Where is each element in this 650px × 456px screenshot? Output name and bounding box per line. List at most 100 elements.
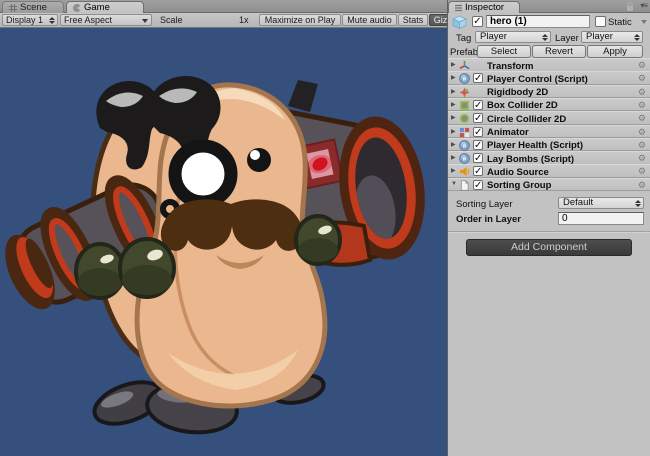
component-header-sorting-group[interactable]: ▼✓Sorting Group⚙ (448, 178, 650, 192)
right-eye (247, 148, 271, 172)
sorting-layer-row: Sorting Layer Default (448, 197, 650, 211)
component-enabled-checkbox[interactable]: ✓ (473, 127, 483, 137)
tag-dropdown[interactable]: Player (475, 31, 551, 43)
expand-triangle-icon[interactable]: ▶ (451, 167, 456, 174)
collapse-triangle-icon[interactable]: ▼ (451, 181, 457, 187)
gear-icon[interactable]: ⚙ (638, 153, 646, 164)
gear-icon[interactable]: ⚙ (638, 87, 646, 98)
mute-audio-button[interactable]: Mute audio (342, 14, 397, 26)
static-checkbox[interactable] (595, 16, 606, 27)
expand-triangle-icon[interactable]: ▶ (451, 114, 456, 121)
expand-triangle-icon[interactable]: ▶ (451, 154, 456, 161)
prefab-revert-button[interactable]: Revert (532, 45, 586, 58)
chevron-down-icon (142, 19, 148, 23)
static-label: Static (608, 17, 632, 28)
game-toolbar: Display 1 Free Aspect Scale 1x Maximize … (0, 13, 447, 28)
component-enabled-checkbox[interactable]: ✓ (473, 100, 483, 110)
tab-game-label: Game (84, 2, 110, 13)
double-arrow-icon (542, 34, 548, 42)
gear-icon[interactable]: ⚙ (638, 60, 646, 71)
component-enabled-checkbox[interactable]: ✓ (473, 153, 483, 163)
gear-icon[interactable]: ⚙ (638, 180, 646, 191)
component-header-player-health-script[interactable]: ▶#✓ Player Health (Script) ⚙ (448, 138, 650, 152)
scale-label: Scale (160, 15, 183, 25)
gear-icon[interactable]: ⚙ (638, 100, 646, 111)
stats-button[interactable]: Stats (398, 14, 428, 26)
unity-editor-window: Scene Game Display 1 Free Aspect Scale 1… (0, 0, 650, 456)
gameobject-name-field[interactable]: hero (1) (486, 15, 590, 28)
expand-triangle-icon[interactable]: ▶ (451, 128, 456, 135)
component-enabled-checkbox[interactable]: ✓ (473, 166, 483, 176)
svg-text:#: # (463, 76, 467, 83)
gear-icon[interactable]: ⚙ (638, 127, 646, 138)
maximize-on-play-button[interactable]: Maximize on Play (259, 14, 341, 26)
component-name: Player Control (Script) (487, 74, 588, 85)
component-enabled-checkbox[interactable]: ✓ (473, 113, 483, 123)
gear-icon[interactable]: ⚙ (638, 73, 646, 84)
audio-icon (459, 166, 470, 177)
component-header-lay-bombs-script[interactable]: ▶ # ✓ Lay Bombs (Script) ⚙ (448, 151, 650, 165)
prefab-row: Prefab Select Revert Apply (448, 45, 650, 59)
rear-glove (76, 244, 124, 298)
component-header-audio-source[interactable]: ▶✓Audio Source⚙ (448, 164, 650, 178)
scene-grid-icon (9, 4, 17, 12)
expand-triangle-icon[interactable]: ▶ (451, 88, 456, 95)
double-arrow-icon (49, 17, 55, 25)
pane-menu-icon[interactable]: ▾≡ (640, 1, 647, 10)
lock-icon[interactable] (626, 2, 634, 12)
component-header-player-control-script[interactable]: ▶ # ✓ Player Control (Script) ⚙ (448, 71, 650, 85)
component-name: Lay Bombs (Script) (487, 154, 574, 165)
order-in-layer-label: Order in Layer (456, 214, 521, 225)
tab-scene-label: Scene (20, 2, 47, 13)
gameobject-cube-icon (451, 15, 468, 29)
game-pacman-icon (73, 4, 81, 12)
sorting-layer-dropdown[interactable]: Default (558, 197, 644, 209)
expand-triangle-icon[interactable]: ▶ (451, 101, 456, 108)
component-header-rigidbody-2d[interactable]: ▶ Rigidbody 2D ⚙ (448, 85, 650, 99)
component-enabled-checkbox[interactable]: ✓ (473, 140, 483, 150)
left-tabstrip: Scene Game (0, 0, 447, 13)
expand-triangle-icon[interactable]: ▶ (451, 61, 456, 68)
component-header-circle-collider-2d[interactable]: ▶✓Circle Collider 2D⚙ (448, 111, 650, 125)
component-header-animator[interactable]: ▶✓Animator⚙ (448, 125, 650, 139)
animator-icon (459, 127, 470, 138)
svg-text:#: # (463, 156, 467, 163)
sorting-layer-value: Default (563, 197, 593, 208)
gear-icon[interactable]: ⚙ (638, 140, 646, 151)
gizmos-button[interactable]: Gizmos (429, 14, 447, 26)
component-enabled-checkbox[interactable]: ✓ (473, 180, 483, 190)
tag-dropdown-value: Player (480, 31, 507, 42)
transform-icon (459, 60, 470, 71)
component-name: Rigidbody 2D (487, 87, 548, 98)
script-icon: # (459, 140, 470, 151)
display-dropdown[interactable]: Display 1 (2, 14, 58, 26)
aspect-dropdown-value: Free Aspect (64, 15, 112, 25)
expand-triangle-icon[interactable]: ▶ (451, 141, 456, 148)
aspect-dropdown[interactable]: Free Aspect (60, 14, 152, 26)
script-icon: # (459, 153, 470, 164)
component-header-transform[interactable]: ▶Transform⚙ (448, 58, 650, 72)
prefab-select-button[interactable]: Select (477, 45, 531, 58)
static-dropdown-icon[interactable] (641, 20, 647, 24)
tag-layer-row: Tag Player Layer Player (448, 31, 650, 45)
gear-icon[interactable]: ⚙ (638, 113, 646, 124)
component-name: Player Health (Script) (487, 140, 583, 151)
gear-icon[interactable]: ⚙ (638, 166, 646, 177)
component-header-box-collider-2d[interactable]: ▶✓Box Collider 2D⚙ (448, 98, 650, 112)
tab-inspector-label: Inspector (465, 2, 504, 13)
game-viewport[interactable] (0, 28, 447, 456)
layer-dropdown[interactable]: Player (581, 31, 643, 43)
component-enabled-checkbox[interactable]: ✓ (473, 73, 483, 83)
inspector-icon (455, 4, 462, 12)
add-component-button[interactable]: Add Component (466, 239, 632, 256)
layer-dropdown-value: Player (586, 31, 613, 42)
tab-scene[interactable]: Scene (2, 1, 64, 13)
expand-triangle-icon[interactable]: ▶ (451, 74, 456, 81)
divider (448, 231, 650, 232)
order-in-layer-field[interactable]: 0 (558, 212, 644, 225)
gameobject-enabled-checkbox[interactable]: ✓ (472, 16, 483, 27)
game-pane: Scene Game Display 1 Free Aspect Scale 1… (0, 0, 447, 456)
prefab-apply-button[interactable]: Apply (587, 45, 643, 58)
tab-game[interactable]: Game (66, 1, 144, 13)
tab-inspector[interactable]: Inspector (448, 1, 520, 13)
